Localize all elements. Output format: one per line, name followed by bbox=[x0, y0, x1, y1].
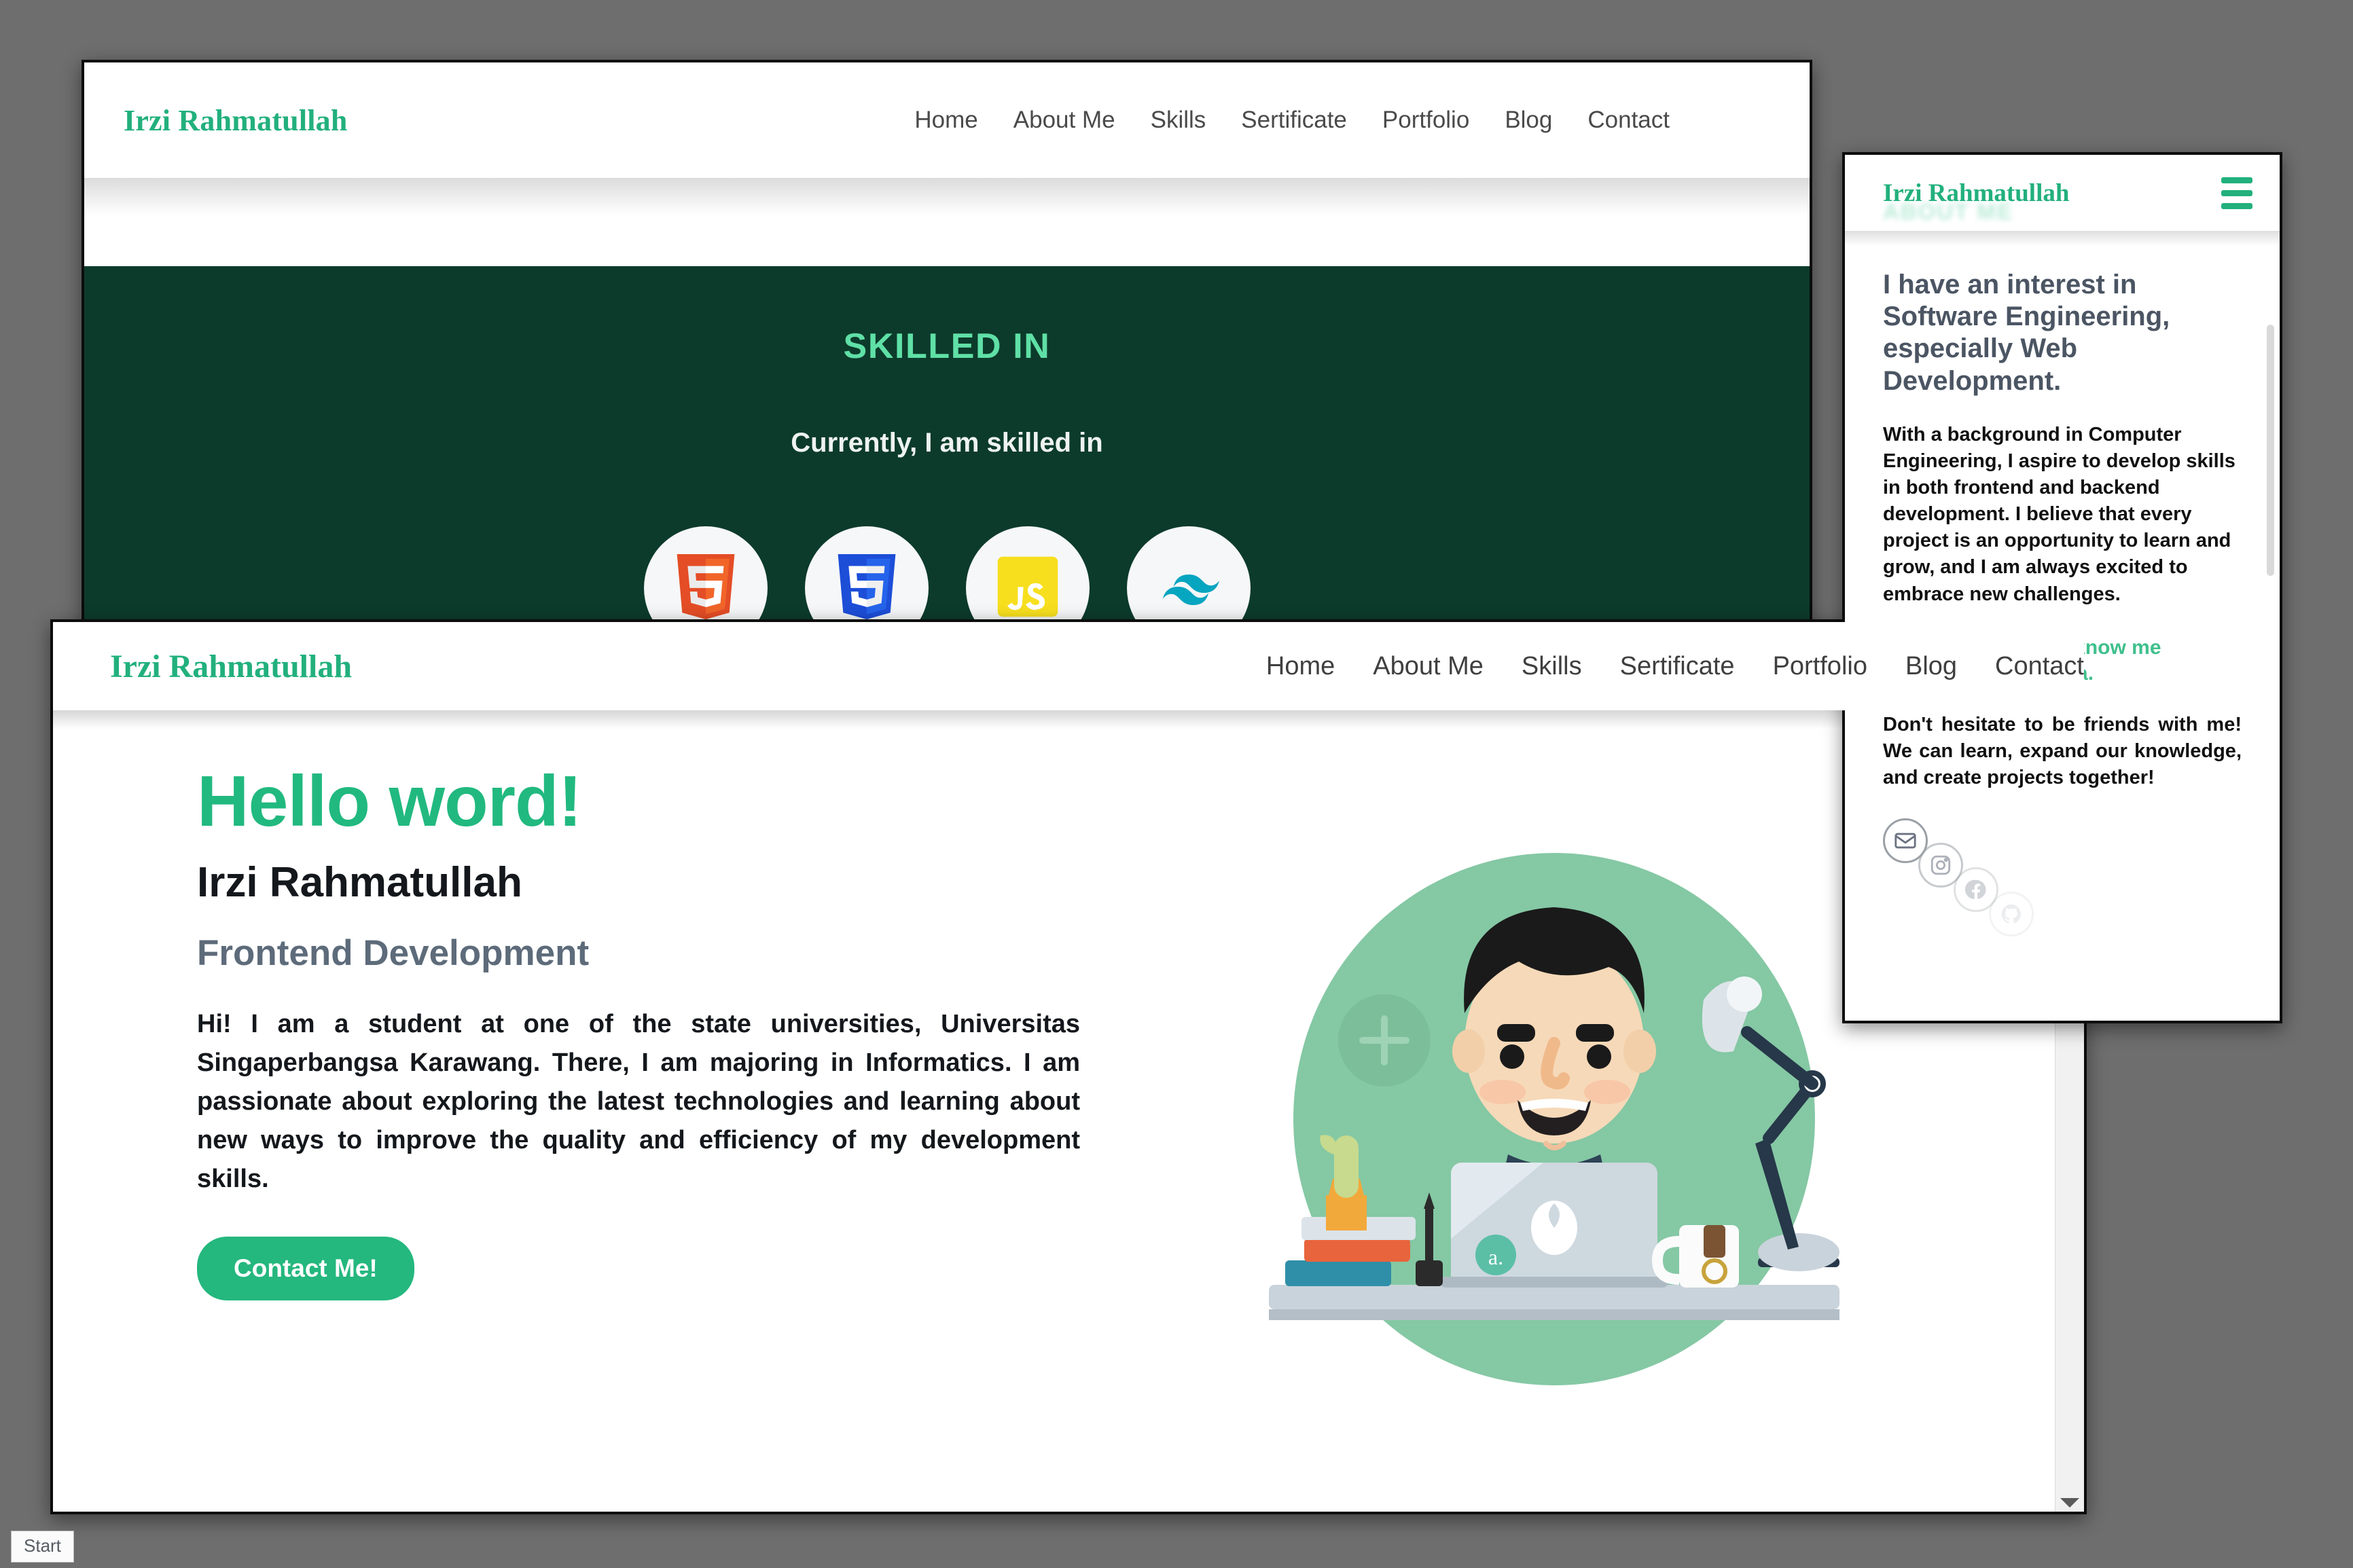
svg-text:a.: a. bbox=[1488, 1245, 1503, 1269]
html5-icon bbox=[673, 553, 738, 623]
front-navbar-shadow bbox=[53, 710, 2084, 729]
panel-navbar-shadow bbox=[1845, 231, 2280, 246]
skills-section-subtitle: Currently, I am skilled in bbox=[791, 428, 1103, 458]
navbar-shadow bbox=[84, 178, 1810, 266]
hero-greeting: Hello word! bbox=[197, 761, 582, 841]
start-button[interactable]: Start bbox=[11, 1531, 74, 1563]
front-nav-item-about-me[interactable]: About Me bbox=[1373, 652, 1484, 681]
developer-at-desk-illustration: a. bbox=[1255, 853, 1853, 1400]
front-nav-item-portfolio[interactable]: Portfolio bbox=[1773, 652, 1867, 681]
tailwind-icon bbox=[1156, 554, 1221, 623]
back-window-nav-links: Home About Me Skills Sertificate Portfol… bbox=[914, 107, 1772, 134]
panel-brand[interactable]: Irzi Rahmatullah ABOUT ME bbox=[1883, 179, 2069, 224]
front-window-nav-links: Home About Me Skills Sertificate Portfol… bbox=[1266, 652, 2084, 681]
css3-icon bbox=[834, 553, 899, 623]
github-icon[interactable] bbox=[1989, 891, 2034, 936]
contact-me-button[interactable]: Contact Me! bbox=[197, 1237, 414, 1301]
about-lead-text: I have an interest in Software Engineeri… bbox=[1883, 270, 2170, 396]
about-closing-text: Don't hesitate to be friends with me! We… bbox=[1883, 713, 2242, 788]
about-panel-body: I have an interest in Software Engineeri… bbox=[1845, 246, 2280, 941]
hero-role: Frontend Development bbox=[197, 933, 590, 974]
front-nav-item-sertificate[interactable]: Sertificate bbox=[1620, 652, 1735, 681]
ghost-about-heading: ABOUT ME bbox=[1883, 198, 2013, 224]
skills-section-title: SKILLED IN bbox=[843, 327, 1051, 366]
about-paragraph: With a background in Computer Engineerin… bbox=[1883, 423, 2235, 605]
about-me-mobile-panel[interactable]: Irzi Rahmatullah ABOUT ME I have an inte… bbox=[1842, 152, 2282, 1023]
nav-item-portfolio[interactable]: Portfolio bbox=[1382, 107, 1469, 134]
front-nav-item-home[interactable]: Home bbox=[1266, 652, 1335, 681]
desktop: Irzi Rahmatullah Home About Me Skills Se… bbox=[0, 0, 2353, 1568]
panel-navbar: Irzi Rahmatullah ABOUT ME bbox=[1845, 155, 2280, 231]
front-nav-item-contact[interactable]: Contact bbox=[1995, 652, 2084, 681]
site-brand[interactable]: Irzi Rahmatullah bbox=[124, 103, 348, 138]
scroll-down-arrow-icon[interactable] bbox=[2055, 1498, 2084, 1508]
nav-item-skills[interactable]: Skills bbox=[1151, 107, 1206, 134]
hamburger-icon[interactable] bbox=[2221, 177, 2252, 209]
front-window-navbar: Irzi Rahmatullah Home About Me Skills Se… bbox=[53, 622, 2084, 710]
hero-text-column: Hello word! Irzi Rahmatullah Frontend De… bbox=[53, 761, 1080, 1470]
hero-description: Hi! I am a student at one of the state u… bbox=[197, 1010, 1080, 1194]
hero-section: Hello word! Irzi Rahmatullah Frontend De… bbox=[53, 729, 2084, 1470]
hero-name: Irzi Rahmatullah bbox=[197, 859, 522, 907]
nav-item-sertificate[interactable]: Sertificate bbox=[1241, 107, 1347, 134]
about-panel-scrollbar-thumb[interactable] bbox=[2267, 325, 2274, 576]
social-links-row bbox=[1883, 818, 2242, 941]
front-nav-item-blog[interactable]: Blog bbox=[1905, 652, 1957, 681]
nav-item-blog[interactable]: Blog bbox=[1505, 107, 1552, 134]
javascript-icon bbox=[995, 554, 1060, 623]
nav-item-contact[interactable]: Contact bbox=[1587, 107, 1670, 134]
nav-item-about-me[interactable]: About Me bbox=[1013, 107, 1115, 134]
front-site-brand[interactable]: Irzi Rahmatullah bbox=[110, 648, 352, 685]
nav-item-home[interactable]: Home bbox=[914, 107, 977, 134]
front-nav-item-skills[interactable]: Skills bbox=[1522, 652, 1582, 681]
home-browser-window[interactable]: Irzi Rahmatullah Home About Me Skills Se… bbox=[50, 619, 2087, 1514]
back-window-navbar: Irzi Rahmatullah Home About Me Skills Se… bbox=[84, 62, 1810, 178]
